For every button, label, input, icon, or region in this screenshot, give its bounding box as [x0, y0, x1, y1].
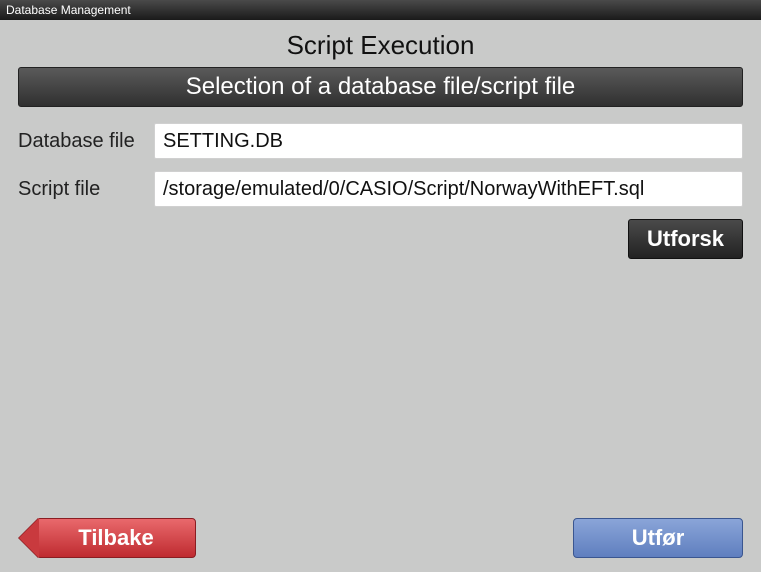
database-file-input[interactable] [154, 123, 743, 159]
window-title: Database Management [6, 3, 131, 17]
section-header: Selection of a database file/script file [18, 67, 743, 107]
execute-button-label: Utfør [632, 525, 685, 551]
browse-button[interactable]: Utforsk [628, 219, 743, 259]
database-row: Database file [18, 123, 743, 159]
back-button[interactable]: Tilbake [36, 518, 196, 558]
database-file-label: Database file [18, 130, 154, 153]
content-area: Script Execution Selection of a database… [0, 20, 761, 572]
script-file-input[interactable] [154, 171, 743, 207]
execute-button[interactable]: Utfør [573, 518, 743, 558]
back-button-label: Tilbake [78, 525, 153, 551]
script-row: Script file [18, 171, 743, 207]
form-area: Database file Script file Utforsk [18, 123, 743, 259]
window-title-bar: Database Management [0, 0, 761, 20]
script-file-label: Script file [18, 178, 154, 201]
browse-row: Utforsk [18, 219, 743, 259]
bottom-bar: Tilbake Utfør [0, 514, 761, 572]
page-title: Script Execution [0, 20, 761, 67]
